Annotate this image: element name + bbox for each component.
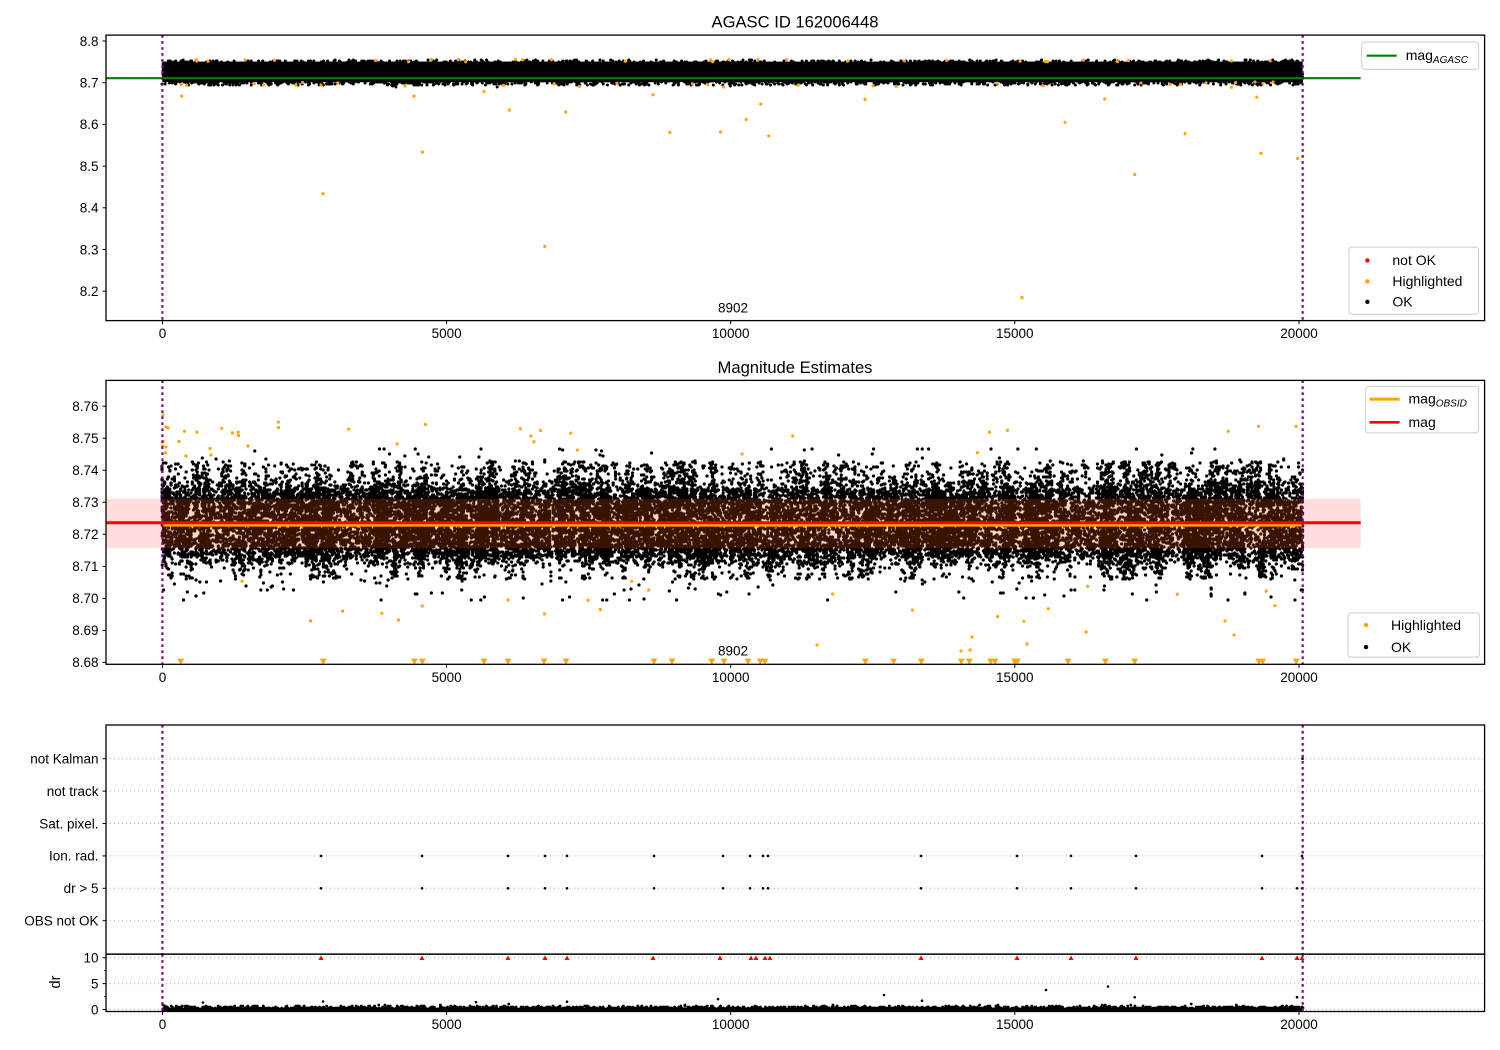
svg-text:8.69: 8.69 [72, 623, 98, 638]
svg-text:OK: OK [1391, 639, 1412, 655]
svg-text:8.68: 8.68 [72, 655, 98, 670]
svg-text:0: 0 [159, 670, 167, 685]
svg-text:15000: 15000 [996, 326, 1034, 341]
svg-text:15000: 15000 [996, 670, 1034, 685]
svg-text:Magnitude Estimates: Magnitude Estimates [718, 358, 873, 377]
svg-text:0: 0 [91, 1002, 99, 1017]
svg-text:8.5: 8.5 [80, 159, 99, 174]
svg-text:20000: 20000 [1280, 1017, 1318, 1032]
svg-text:5000: 5000 [432, 670, 462, 685]
svg-text:10: 10 [83, 951, 98, 966]
svg-text:Highlighted: Highlighted [1391, 617, 1461, 633]
svg-text:8902: 8902 [718, 301, 748, 316]
svg-text:5000: 5000 [432, 1017, 462, 1032]
svg-text:dr: dr [48, 975, 64, 988]
svg-text:OK: OK [1392, 294, 1413, 310]
svg-text:8.6: 8.6 [80, 117, 99, 132]
svg-text:0: 0 [159, 326, 167, 341]
svg-text:8.75: 8.75 [72, 431, 98, 446]
svg-text:8.76: 8.76 [72, 399, 98, 414]
svg-text:8.70: 8.70 [72, 591, 98, 606]
svg-text:8.74: 8.74 [72, 463, 99, 478]
svg-text:10000: 10000 [712, 670, 750, 685]
svg-text:not OK: not OK [1392, 252, 1436, 268]
svg-text:8.71: 8.71 [72, 559, 98, 574]
svg-text:not track: not track [47, 784, 99, 799]
svg-text:OBS not OK: OBS not OK [24, 914, 98, 929]
svg-text:mag: mag [1409, 414, 1436, 430]
svg-text:10000: 10000 [712, 1017, 750, 1032]
svg-text:8.4: 8.4 [80, 201, 99, 216]
svg-text:20000: 20000 [1280, 326, 1318, 341]
svg-text:10000: 10000 [712, 326, 750, 341]
svg-text:8.73: 8.73 [72, 495, 98, 510]
svg-text:20000: 20000 [1280, 670, 1318, 685]
svg-text:Highlighted: Highlighted [1392, 273, 1462, 289]
svg-text:8902: 8902 [718, 644, 748, 659]
svg-text:15000: 15000 [996, 1017, 1034, 1032]
svg-text:8.3: 8.3 [80, 242, 99, 257]
svg-text:8.7: 8.7 [80, 76, 99, 91]
svg-text:8.2: 8.2 [80, 284, 99, 299]
svg-text:dr > 5: dr > 5 [64, 881, 99, 896]
svg-text:AGASC ID 162006448: AGASC ID 162006448 [712, 13, 879, 32]
svg-text:5: 5 [91, 976, 99, 991]
svg-text:5000: 5000 [432, 326, 462, 341]
svg-text:8.8: 8.8 [80, 34, 99, 49]
svg-text:8.72: 8.72 [72, 527, 98, 542]
svg-text:Sat. pixel.: Sat. pixel. [39, 816, 98, 831]
svg-text:not Kalman: not Kalman [30, 752, 98, 767]
svg-text:0: 0 [159, 1017, 167, 1032]
svg-text:Ion. rad.: Ion. rad. [49, 849, 99, 864]
